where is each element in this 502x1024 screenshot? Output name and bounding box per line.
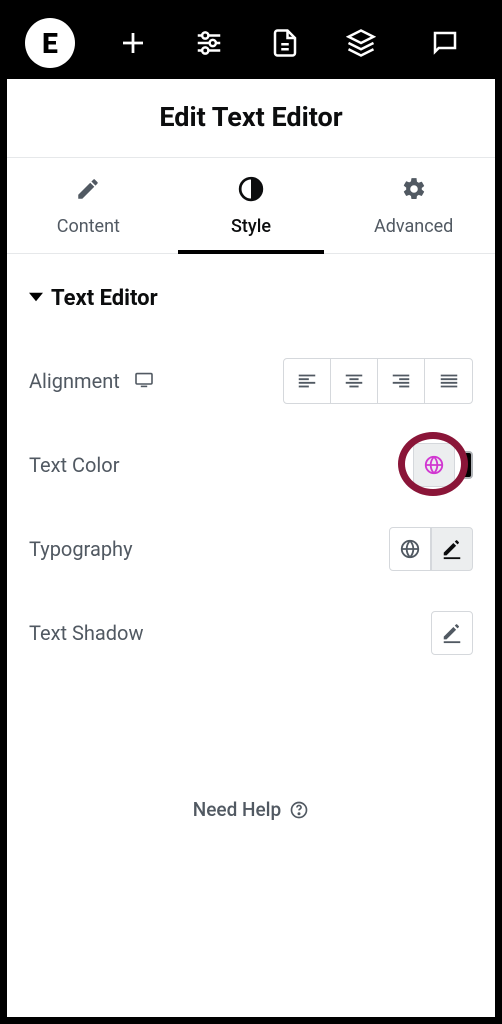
align-right-button[interactable]	[378, 359, 425, 403]
control-label: Typography	[29, 537, 133, 561]
align-left-button[interactable]	[284, 359, 331, 403]
pencil-icon	[75, 176, 101, 206]
chat-icon	[430, 28, 460, 58]
layers-icon	[346, 28, 376, 58]
page-settings-button[interactable]	[255, 13, 315, 73]
need-help-label: Need Help	[193, 798, 281, 821]
tab-label: Advanced	[374, 216, 453, 237]
control-typography: Typography	[29, 519, 473, 579]
tab-style[interactable]: Style	[170, 158, 333, 253]
globe-icon	[423, 454, 445, 476]
control-label: Text Color	[29, 453, 119, 477]
edit-typography-button[interactable]	[431, 527, 473, 571]
document-icon	[270, 28, 300, 58]
tab-label: Content	[57, 216, 120, 237]
align-justify-button[interactable]	[425, 359, 472, 403]
sliders-icon	[194, 28, 224, 58]
global-typography-button[interactable]	[389, 527, 431, 571]
pencil-underline-icon	[441, 538, 463, 560]
add-element-button[interactable]	[103, 13, 163, 73]
tab-content[interactable]: Content	[7, 158, 170, 253]
need-help-link[interactable]: Need Help	[29, 798, 473, 821]
panel-container: E Edit Text Editor Content	[7, 7, 495, 1017]
align-center-button[interactable]	[331, 359, 378, 403]
gear-icon	[401, 176, 427, 206]
control-label: Text Shadow	[29, 621, 143, 645]
global-color-button[interactable]	[413, 443, 455, 487]
section-header[interactable]: Text Editor	[29, 286, 473, 311]
help-icon	[289, 800, 309, 820]
plus-icon	[118, 28, 148, 58]
tabs: Content Style Advanced	[7, 157, 495, 254]
panel-title: Edit Text Editor	[7, 79, 495, 157]
caret-down-icon	[29, 289, 43, 308]
control-text-color: Text Color	[29, 435, 473, 495]
globe-icon	[399, 538, 421, 560]
section-title: Text Editor	[51, 286, 158, 311]
structure-button[interactable]	[331, 13, 391, 73]
site-settings-button[interactable]	[179, 13, 239, 73]
control-label: Alignment	[29, 369, 120, 393]
half-circle-icon	[238, 176, 264, 206]
desktop-icon[interactable]	[134, 369, 154, 393]
control-alignment: Alignment	[29, 351, 473, 411]
color-swatch[interactable]	[461, 451, 473, 479]
alignment-group	[283, 358, 473, 404]
edit-text-shadow-button[interactable]	[431, 611, 473, 655]
notes-button[interactable]	[415, 13, 475, 73]
control-text-shadow: Text Shadow	[29, 603, 473, 663]
panel-body: Text Editor Alignment	[7, 254, 495, 1017]
tab-label: Style	[231, 216, 271, 237]
topbar: E	[7, 7, 495, 79]
tab-advanced[interactable]: Advanced	[332, 158, 495, 253]
pencil-underline-icon	[441, 622, 463, 644]
elementor-logo[interactable]: E	[25, 18, 75, 68]
